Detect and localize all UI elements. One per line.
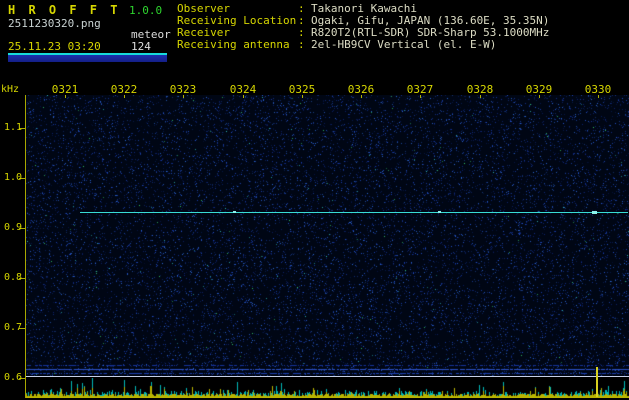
info-separator: : (298, 38, 305, 51)
station-info: Observer: Takanori Kawachi Receiving Loca… (177, 3, 549, 51)
freq-tick-label: 1.0 (3, 172, 22, 183)
hrofft-output: { "header": { "app_title": "H R O F F T"… (0, 0, 629, 400)
info-value: 2el-HB9CV Vertical (el. E-W) (311, 38, 497, 51)
info-row: Receiving antenna:2el-HB9CV Vertical (el… (177, 39, 549, 51)
plot-axes (19, 95, 599, 398)
time-tick-label: 0323 (169, 83, 197, 96)
baseline-separator-line (26, 376, 629, 377)
info-label: Receiving antenna (177, 38, 290, 51)
signal-blip (438, 211, 441, 213)
time-tick-label: 0321 (51, 83, 79, 96)
freq-tick-label: 0.9 (3, 222, 22, 233)
freq-tick-label: 1.1 (3, 122, 22, 133)
time-tick-label: 0322 (110, 83, 138, 96)
level-meter (8, 53, 167, 62)
signal-blip (592, 211, 597, 214)
time-tick-label: 0326 (347, 83, 375, 96)
echo-count: 124 (131, 40, 151, 53)
datetime-label: 25.11.23 03:20 (8, 40, 101, 53)
time-tick-label: 0325 (288, 83, 316, 96)
time-tick-label: 0329 (525, 83, 553, 96)
app-version: 1.0.0 (129, 4, 163, 17)
signal-blip (233, 211, 236, 213)
app-title: H R O F F T (8, 3, 121, 17)
output-filename: 2511230320.png (8, 17, 101, 30)
amplitude-spike (596, 367, 598, 397)
time-tick-label: 0328 (466, 83, 494, 96)
freq-tick-label: 0.7 (3, 322, 22, 333)
time-tick-label: 0324 (229, 83, 257, 96)
freq-unit-label: kHz (1, 84, 20, 95)
freq-tick-label: 0.8 (3, 272, 22, 283)
freq-tick-label: 0.6 (3, 372, 22, 383)
time-tick-label: 0330 (584, 83, 612, 96)
time-tick-label: 0327 (406, 83, 434, 96)
carrier-signal-line (80, 212, 628, 213)
